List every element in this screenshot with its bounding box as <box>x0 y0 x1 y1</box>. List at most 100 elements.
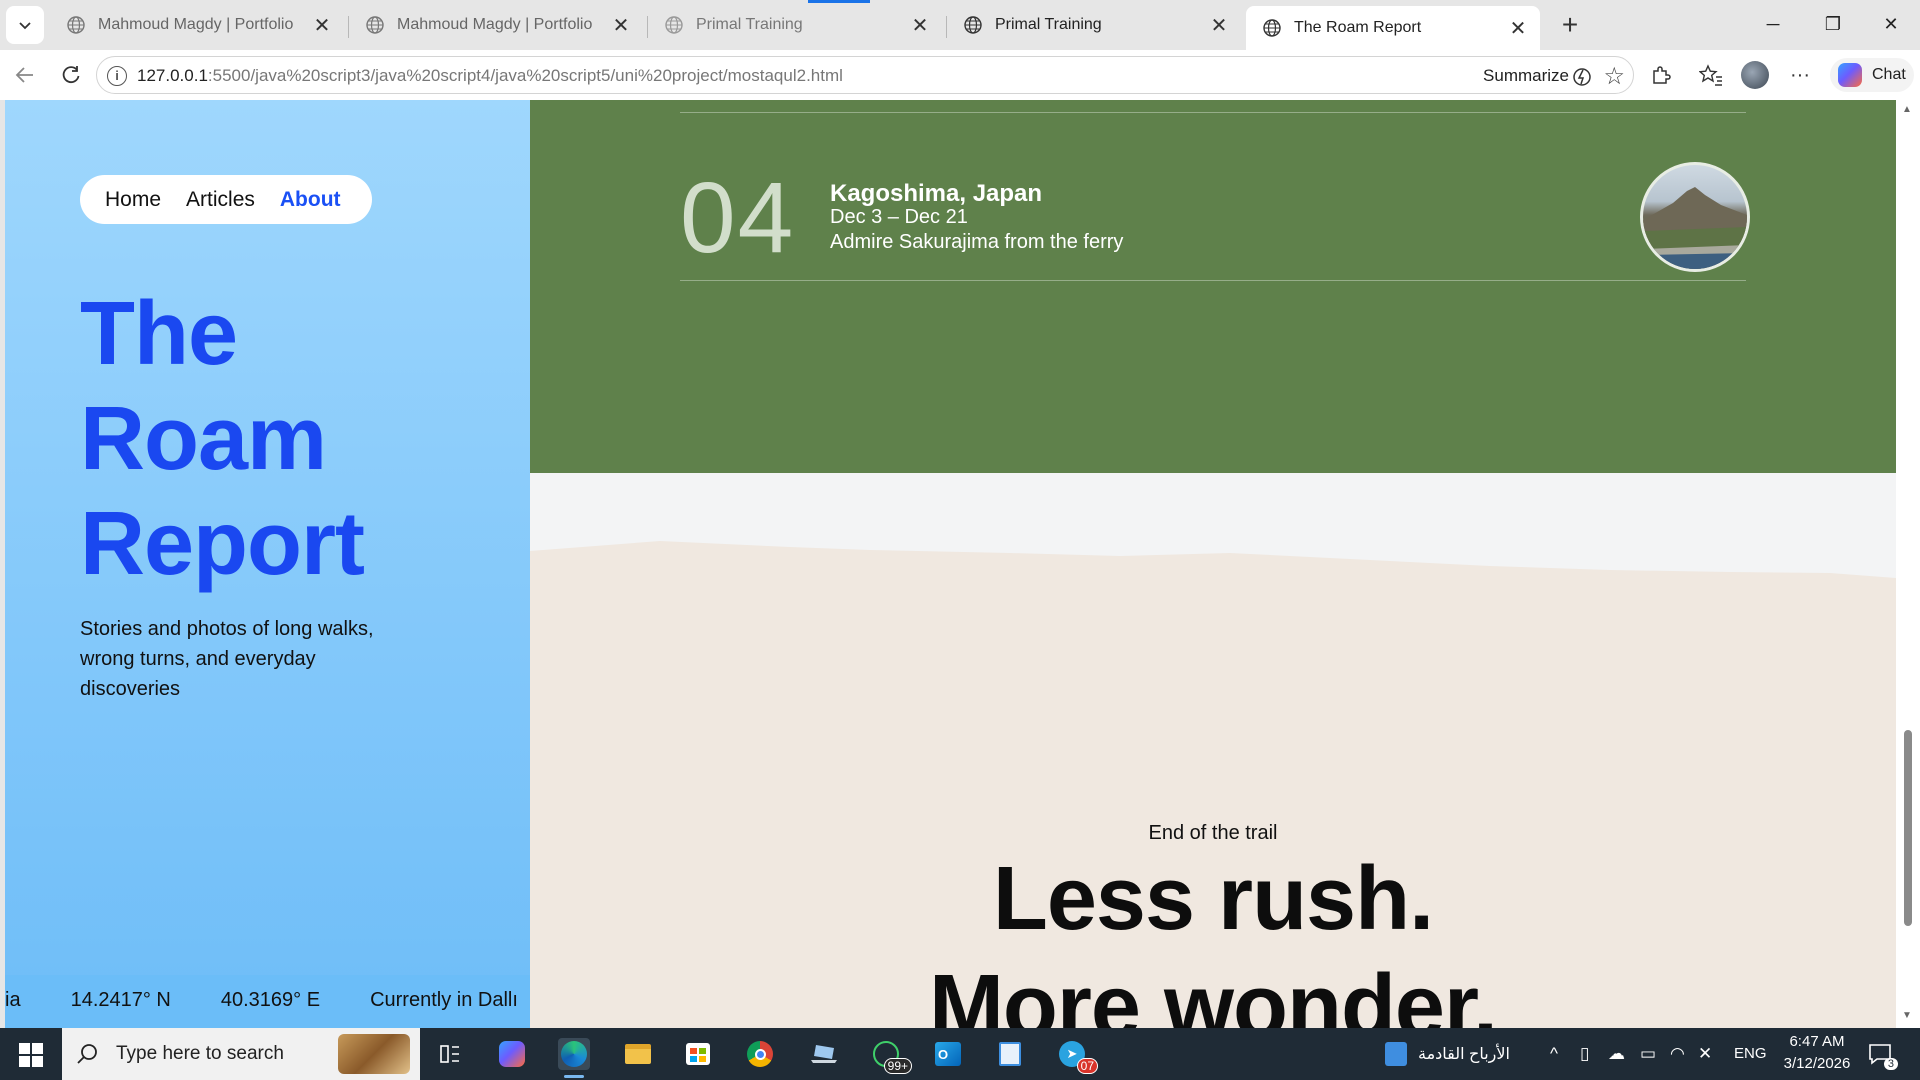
favorites-icon[interactable] <box>1698 62 1724 88</box>
telegram-icon[interactable]: ➤ 07 <box>1056 1038 1098 1074</box>
title-word: Roam <box>80 389 327 489</box>
nav-about-link[interactable]: About <box>280 188 341 212</box>
whatsapp-badge: 99+ <box>883 1058 912 1074</box>
device-icon[interactable]: ▯ <box>1580 1044 1589 1064</box>
notes-app-icon[interactable] <box>994 1038 1026 1070</box>
profile-avatar[interactable] <box>1741 61 1769 89</box>
trips-section: 04 Kagoshima, Japan Dec 3 – Dec 21 Admir… <box>530 100 1896 473</box>
ticker-item: ia <box>5 989 21 1011</box>
news-widget-label[interactable]: الأرباح القادمة <box>1418 1044 1510 1064</box>
globe-icon <box>366 16 384 34</box>
title-word: The <box>80 284 238 384</box>
wifi-icon[interactable]: ◠ <box>1670 1044 1685 1064</box>
show-hidden-icons[interactable]: ^ <box>1550 1044 1558 1064</box>
end-headline-2: More wonder. <box>928 957 1498 1028</box>
ticker-track: ia 14.2417° N 40.3169° E Currently in Da… <box>5 989 530 1012</box>
tab-primal-1[interactable]: Primal Training ✕ <box>648 6 942 44</box>
laptop-app-icon[interactable] <box>808 1038 840 1070</box>
taskbar-search[interactable]: Type here to search <box>62 1028 420 1080</box>
puzzle-icon <box>1653 66 1671 84</box>
globe-icon <box>964 16 982 34</box>
tab-portfolio-1[interactable]: Mahmoud Magdy | Portfolio ✕ <box>50 6 344 44</box>
favorite-star-icon[interactable]: ☆ <box>1603 62 1625 91</box>
search-placeholder: Type here to search <box>116 1043 284 1064</box>
minimize-button[interactable]: ─ <box>1750 8 1796 40</box>
scrollbar-thumb[interactable] <box>1904 730 1912 926</box>
page-scrollbar[interactable]: ▲ ▼ <box>1896 100 1920 1028</box>
site-info-icon[interactable]: i <box>107 66 127 86</box>
close-window-button[interactable]: ✕ <box>1868 8 1914 40</box>
new-tab-button[interactable]: + <box>1552 10 1588 40</box>
star-list-icon <box>1699 64 1722 86</box>
whatsapp-icon[interactable]: 99+ <box>870 1038 912 1074</box>
url-text[interactable]: 127.0.0.1:5500/java%20script3/java%20scr… <box>137 66 843 86</box>
scroll-up-icon[interactable]: ▲ <box>1902 104 1912 115</box>
task-view-icon[interactable] <box>434 1038 466 1070</box>
end-section: End of the trail Less rush. More wonder. <box>530 473 1896 1028</box>
summarize-icon <box>1573 68 1591 86</box>
globe-icon <box>665 16 683 34</box>
language-indicator[interactable]: ENG <box>1734 1045 1767 1062</box>
volcano-image <box>1643 187 1747 269</box>
trip-place: Kagoshima, Japan <box>830 180 1043 207</box>
arrow-left-icon <box>15 67 33 83</box>
tab-close-icon[interactable]: ✕ <box>908 13 932 38</box>
tab-portfolio-2[interactable]: Mahmoud Magdy | Portfolio ✕ <box>349 6 643 44</box>
main-nav: Home Articles About <box>80 175 372 224</box>
tab-close-icon[interactable]: ✕ <box>1506 16 1530 41</box>
tab-close-icon[interactable]: ✕ <box>310 13 334 38</box>
more-menu-icon[interactable]: ··· <box>1787 62 1813 88</box>
file-explorer-icon[interactable] <box>622 1038 654 1070</box>
chrome-icon[interactable] <box>744 1038 776 1070</box>
restore-button[interactable]: ❐ <box>1810 8 1856 40</box>
nav-home-link[interactable]: Home <box>105 188 161 212</box>
outlook-icon[interactable]: O <box>932 1038 964 1070</box>
copilot-icon <box>1838 63 1862 87</box>
windows-start-icon[interactable] <box>18 1042 44 1068</box>
telegram-badge: 07 <box>1076 1058 1098 1074</box>
battery-icon[interactable]: ▭ <box>1640 1044 1656 1064</box>
page-viewport: Home Articles About The Roam Report Stor… <box>5 100 1896 1028</box>
copilot-app-icon[interactable] <box>496 1038 528 1070</box>
trip-note: Admire Sakurajima from the ferry <box>830 231 1124 253</box>
copilot-chat-button[interactable]: Chat <box>1830 58 1914 92</box>
address-bar[interactable]: i 127.0.0.1:5500/java%20script3/java%20s… <box>96 56 1634 94</box>
summarize-button[interactable]: Summarize <box>1483 66 1569 86</box>
tab-roam-report[interactable]: The Roam Report ✕ <box>1246 6 1540 50</box>
edge-app-icon[interactable] <box>558 1038 590 1078</box>
volume-muted-icon[interactable]: ✕ <box>1698 1044 1712 1064</box>
ticker-item: 14.2417° N <box>70 989 171 1011</box>
reload-icon <box>62 66 80 84</box>
back-button[interactable] <box>10 60 40 90</box>
onedrive-icon[interactable]: ☁ <box>1608 1044 1625 1064</box>
divider <box>680 112 1746 113</box>
chat-label: Chat <box>1872 66 1906 83</box>
site-title: The Roam Report <box>80 282 365 597</box>
tab-strip: Mahmoud Magdy | Portfolio ✕ Mahmoud Magd… <box>0 0 1920 50</box>
site-tagline: Stories and photos of long walks, wrong … <box>80 618 374 700</box>
scroll-down-icon[interactable]: ▼ <box>1902 1010 1912 1021</box>
search-icon <box>77 1044 97 1064</box>
clock-time[interactable]: 6:47 AM <box>1783 1033 1851 1050</box>
globe-icon <box>67 16 85 34</box>
tab-title: Mahmoud Magdy | Portfolio <box>98 16 294 33</box>
windows-taskbar: Type here to search 99+ O ➤ 07 الأرباح ا… <box>0 1028 1920 1080</box>
microsoft-store-icon[interactable] <box>682 1038 714 1070</box>
chevron-down-icon <box>19 22 31 30</box>
globe-icon <box>1263 19 1281 37</box>
tab-primal-2[interactable]: Primal Training ✕ <box>947 6 1241 44</box>
ticker-item: 40.3169° E <box>220 989 321 1011</box>
nav-articles-link[interactable]: Articles <box>186 188 255 212</box>
clock-date[interactable]: 3/12/2026 <box>1776 1055 1858 1072</box>
tab-close-icon[interactable]: ✕ <box>1207 13 1231 38</box>
extensions-icon[interactable] <box>1648 62 1674 88</box>
browser-toolbar: i 127.0.0.1:5500/java%20script3/java%20s… <box>0 50 1920 100</box>
reload-button[interactable] <box>56 60 86 90</box>
news-widget-icon[interactable] <box>1380 1038 1412 1070</box>
ticker-item: Currently in Dallı <box>370 989 518 1011</box>
search-highlight-image <box>338 1034 410 1074</box>
notification-center[interactable]: 3 <box>1868 1042 1898 1070</box>
tab-close-icon[interactable]: ✕ <box>609 13 633 38</box>
tab-title: Mahmoud Magdy | Portfolio <box>397 16 593 33</box>
tab-list-button[interactable] <box>6 6 44 44</box>
